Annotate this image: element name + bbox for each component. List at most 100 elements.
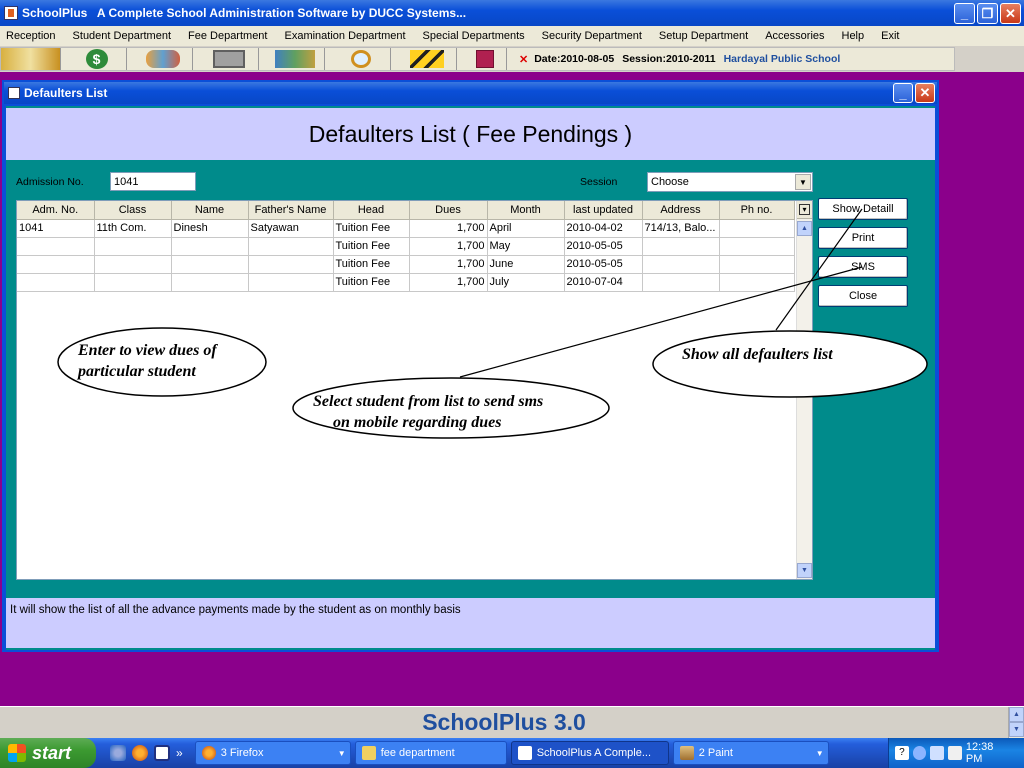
menu-reception[interactable]: Reception: [6, 30, 56, 42]
col-dues[interactable]: Dues: [409, 201, 488, 220]
menu-help[interactable]: Help: [842, 30, 865, 42]
cell-address: 714/13, Balo...: [642, 219, 720, 238]
menu-fee-department[interactable]: Fee Department: [188, 30, 267, 42]
window-minimize-button[interactable]: _: [893, 83, 913, 103]
menu-student-department[interactable]: Student Department: [73, 30, 171, 42]
window-title-bar[interactable]: Defaulters List _ ✕: [4, 82, 937, 104]
session-label: Session: [580, 176, 618, 188]
product-strip: SchoolPlus 3.0 ▲ ▼: [0, 706, 1024, 739]
cell-adm-no: 1041: [17, 219, 95, 238]
task-fee-department[interactable]: fee department: [354, 741, 507, 765]
annotation-select-line-1: Select student from list to send sms: [313, 393, 544, 410]
books-icon[interactable]: [1, 48, 61, 70]
sms-button[interactable]: SMS: [818, 256, 908, 278]
print-button[interactable]: Print: [818, 227, 908, 249]
menu-exit[interactable]: Exit: [881, 30, 899, 42]
folder-icon: [361, 746, 376, 760]
scroll-up-icon[interactable]: ▲: [1009, 707, 1024, 722]
quick-launch-more-icon[interactable]: »: [176, 746, 183, 760]
cell-name: Dinesh: [171, 219, 249, 238]
cell-address: [642, 273, 720, 292]
task-paint[interactable]: 2 Paint ▼: [672, 741, 829, 765]
scroll-up-icon[interactable]: ▲: [797, 221, 812, 236]
table-row[interactable]: Tuition Fee 1,700 June 2010-05-05: [17, 255, 795, 274]
col-month[interactable]: Month: [487, 201, 565, 220]
tray-collapse-icon[interactable]: [912, 746, 927, 760]
table-vertical-scrollbar[interactable]: ▾ ▲ ▼: [796, 201, 812, 579]
annotation-enter-line-2: particular student: [78, 363, 196, 380]
task-schoolplus[interactable]: SchoolPlus A Comple...: [510, 741, 669, 765]
col-head[interactable]: Head: [333, 201, 410, 220]
close-button[interactable]: ✕: [1000, 3, 1021, 24]
column-chooser-icon[interactable]: ▾: [797, 201, 812, 219]
col-class[interactable]: Class: [94, 201, 172, 220]
scroll-down-icon[interactable]: ▼: [797, 563, 812, 578]
task-paint-label: 2 Paint: [698, 747, 733, 759]
table-row[interactable]: Tuition Fee 1,700 July 2010-07-04: [17, 273, 795, 292]
cell-name: [171, 255, 249, 274]
product-strip-scrollbar[interactable]: ▲ ▼: [1008, 707, 1024, 739]
cell-class: [94, 273, 172, 292]
task-firefox-label: 3 Firefox: [220, 747, 264, 759]
cell-month: May: [487, 237, 565, 256]
menu-special-departments[interactable]: Special Departments: [423, 30, 525, 42]
col-last-updated[interactable]: last updated: [564, 201, 643, 220]
cell-class: [94, 255, 172, 274]
toolbar-strip: $ ✕ Date:2010-08-05 Session:2010-2011 Ha…: [0, 47, 955, 71]
cell-fathers-name: [248, 273, 334, 292]
menu-security-department[interactable]: Security Department: [542, 30, 642, 42]
chevron-down-icon: ▼: [815, 748, 824, 758]
show-desktop-icon[interactable]: [154, 745, 170, 761]
firefox-icon[interactable]: [132, 745, 148, 761]
cell-dues: 1,700: [409, 219, 488, 238]
annotation-select-text: Select student from list to send sms on …: [313, 391, 543, 433]
menu-bar: Reception Student Department Fee Departm…: [0, 26, 1024, 46]
table-row[interactable]: Tuition Fee 1,700 May 2010-05-05: [17, 237, 795, 256]
col-adm-no[interactable]: Adm. No.: [17, 201, 95, 220]
money-icon[interactable]: $: [67, 48, 127, 70]
task-firefox[interactable]: 3 Firefox ▼: [194, 741, 351, 765]
minimize-button[interactable]: _: [954, 3, 975, 24]
window-close-button[interactable]: ✕: [915, 83, 935, 103]
current-date: Date:2010-08-05: [534, 53, 615, 65]
admission-no-input[interactable]: [110, 172, 196, 191]
cell-ph-no: [719, 237, 795, 256]
menu-setup-department[interactable]: Setup Department: [659, 30, 748, 42]
table-header-row: Adm. No. Class Name Father's Name Head D…: [17, 201, 795, 220]
col-name[interactable]: Name: [171, 201, 249, 220]
internet-explorer-icon[interactable]: [110, 745, 126, 761]
menu-accessories[interactable]: Accessories: [765, 30, 824, 42]
col-address[interactable]: Address: [642, 201, 720, 220]
cell-head: Tuition Fee: [333, 273, 410, 292]
search-glass-icon[interactable]: [331, 48, 391, 70]
gmail-notifier-icon[interactable]: [948, 746, 962, 760]
network-icon[interactable]: [930, 746, 945, 760]
taskbar: start » 3 Firefox ▼ fee department Schoo…: [0, 738, 1024, 768]
col-fathers-name[interactable]: Father's Name: [248, 201, 334, 220]
calendar-icon[interactable]: [463, 48, 507, 70]
building-icon[interactable]: [397, 48, 457, 70]
start-button[interactable]: start: [0, 738, 96, 768]
chevron-down-icon[interactable]: ▼: [795, 174, 811, 190]
globe-icon[interactable]: [265, 48, 325, 70]
status-text: It will show the list of all the advance…: [10, 604, 461, 616]
restore-button[interactable]: ❐: [977, 3, 998, 24]
table-row[interactable]: 1041 11th Com. Dinesh Satyawan Tuition F…: [17, 219, 795, 238]
menu-examination-department[interactable]: Examination Department: [284, 30, 405, 42]
session-select[interactable]: Choose ▼: [647, 172, 813, 192]
close-window-button[interactable]: Close: [818, 285, 908, 307]
cell-address: [642, 255, 720, 274]
cell-ph-no: [719, 219, 795, 238]
toolbar-close-icon[interactable]: ✕: [519, 53, 528, 66]
safe-icon[interactable]: [199, 48, 259, 70]
scroll-down-icon[interactable]: ▼: [1009, 722, 1024, 737]
col-ph-no[interactable]: Ph no.: [719, 201, 795, 220]
cell-dues: 1,700: [409, 273, 488, 292]
people-icon[interactable]: [133, 48, 193, 70]
show-detail-button[interactable]: Show Detaill: [818, 198, 908, 220]
app-title-bar[interactable]: SchoolPlus A Complete School Administrat…: [0, 0, 1024, 26]
window-title: Defaulters List: [24, 86, 108, 100]
cell-name: [171, 237, 249, 256]
cell-name: [171, 273, 249, 292]
help-icon[interactable]: ?: [895, 746, 909, 760]
